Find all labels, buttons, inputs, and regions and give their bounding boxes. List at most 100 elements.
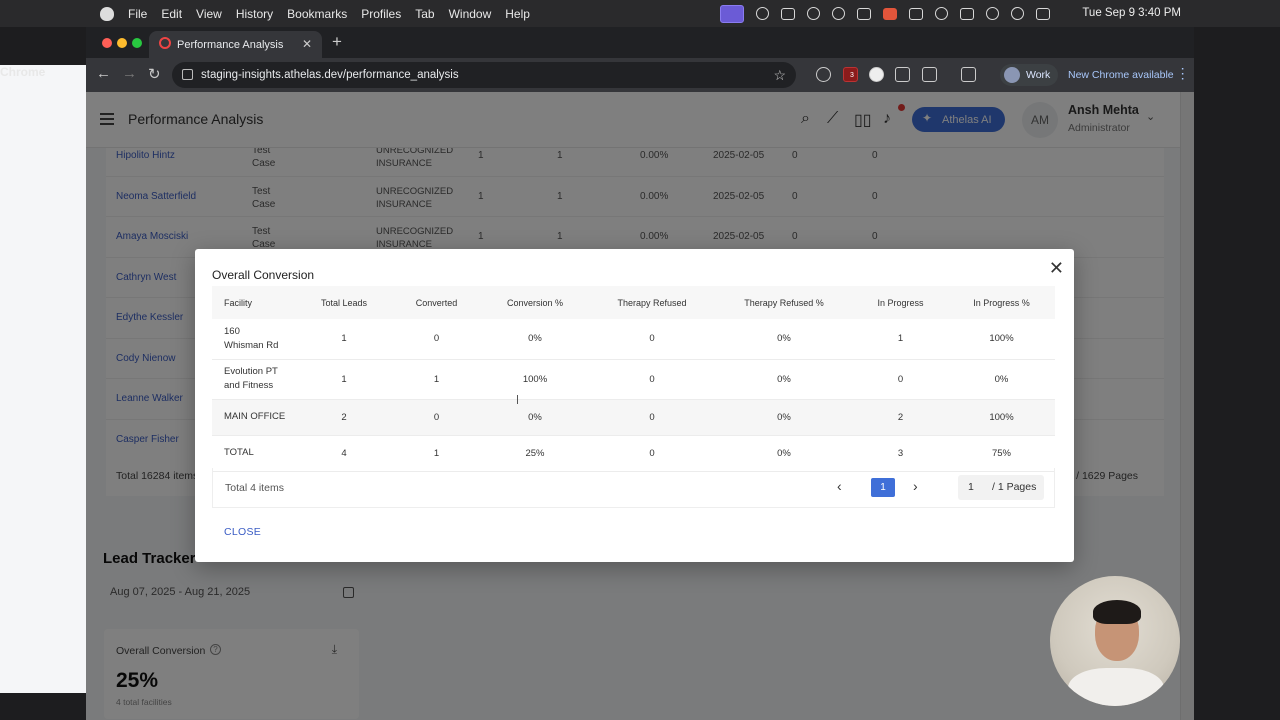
new-tab-icon[interactable]: + [332,32,342,52]
cell-in-progress: 2 [853,399,948,436]
col-therapy-refused[interactable]: Therapy Refused [589,286,715,319]
menu-profiles[interactable]: Profiles [361,7,401,21]
tab-search-icon[interactable] [961,67,976,82]
cell-total-leads: 4 [296,435,392,472]
apple-logo-icon[interactable] [100,6,114,21]
address-bar[interactable]: staging-insights.athelas.dev/performance… [172,62,796,88]
cell-therapy-refused-pct: 0% [715,399,853,436]
password-manager-icon[interactable] [816,67,831,82]
cell-conversion-pct: 25% [481,435,589,472]
col-in-progress-pct[interactable]: In Progress % [948,286,1055,319]
cell-total-leads: 2 [296,399,392,436]
menu-edit[interactable]: Edit [161,7,182,21]
record-extension-icon[interactable] [895,67,910,82]
cell-converted: 1 [392,435,481,472]
control-center-icon[interactable] [1036,7,1050,20]
bookmark-star-icon[interactable]: ☆ [773,67,786,84]
cell-in-progress-pct: 100% [948,399,1055,436]
profile-button[interactable]: Work [1000,64,1059,86]
cell-therapy-refused-pct: 0% [715,435,853,472]
extension-badge-icon[interactable]: 3 [843,67,858,82]
col-facility[interactable]: Facility [212,286,296,319]
webcam-person-hair [1093,600,1141,624]
tab-strip: Performance Analysis ✕ + [86,27,1194,58]
col-converted[interactable]: Converted [392,286,481,319]
cell-facility: Evolution PT and Fitness [212,359,296,400]
spotlight-search-icon[interactable] [1011,7,1024,20]
compass-extension-icon[interactable] [869,67,884,82]
chevron-right-icon[interactable]: › [913,478,918,494]
cell-therapy-refused: 0 [589,319,715,360]
update-label: New Chrome available [1068,69,1174,81]
cell-in-progress: 3 [853,435,948,472]
macos-menubar: Chrome File Edit View History Bookmarks … [0,0,1280,693]
cell-conversion-pct: 100% [481,359,589,400]
display-icon[interactable] [857,7,871,20]
battery-icon[interactable] [960,7,974,20]
table-row[interactable]: 160 Whisman Rd 1 0 0% 0 0% 1 100% [212,319,1055,360]
menu-bookmarks[interactable]: Bookmarks [287,7,347,21]
cell-total-leads: 1 [296,319,392,360]
page-jump: 1 / 1 Pages [958,475,1044,500]
table-row[interactable]: TOTAL 4 1 25% 0 0% 3 75% [212,435,1055,472]
col-total-leads[interactable]: Total Leads [296,286,392,319]
status-icon[interactable] [756,7,769,20]
cell-therapy-refused: 0 [589,359,715,400]
menu-tab[interactable]: Tab [415,7,434,21]
total-items: Total 4 items [225,482,284,494]
wifi-icon[interactable] [986,7,999,20]
reload-icon[interactable]: ↻ [148,65,161,83]
app-page: Hipolito HintzTest CaseUNRECOGNIZED INSU… [86,92,1194,720]
current-page-button[interactable]: 1 [871,478,895,497]
forward-arrow-icon[interactable]: → [122,65,137,82]
tab-close-icon[interactable]: ✕ [302,37,312,51]
dialog-title: Overall Conversion [212,268,315,282]
table-row[interactable]: Evolution PT and Fitness 1 1 100% 0 0% 0 0% [212,359,1055,400]
cell-in-progress-pct: 100% [948,319,1055,360]
screen-share-icon[interactable] [720,4,744,23]
cell-in-progress: 1 [853,319,948,360]
chevron-left-icon[interactable]: ‹ [837,478,842,494]
page-jump-input[interactable]: 1 [968,481,974,493]
menu-file[interactable]: File [128,7,147,21]
menu-window[interactable]: Window [449,7,492,21]
close-icon[interactable]: ✕ [1049,259,1064,277]
volume-icon[interactable] [909,7,923,20]
url-text[interactable]: staging-insights.athelas.dev/performance… [201,69,459,81]
col-conversion-pct[interactable]: Conversion % [481,286,589,319]
window-zoom-button[interactable] [132,38,142,48]
close-button[interactable]: CLOSE [224,526,261,538]
toolbar: ← → ↻ staging-insights.athelas.dev/perfo… [86,58,1194,92]
lock-icon[interactable] [832,7,845,20]
table-row[interactable]: MAIN OFFICE 2 0 0% 0 0% 2 100% [212,399,1055,436]
cell-therapy-refused-pct: 0% [715,359,853,400]
extensions-puzzle-icon[interactable] [922,67,937,82]
window-minimize-button[interactable] [117,38,127,48]
vpn-icon[interactable] [807,7,820,20]
back-arrow-icon[interactable]: ← [96,65,111,82]
menu-help[interactable]: Help [505,7,530,21]
dialog-table-footer: Total 4 items ‹ 1 › 1 / 1 Pages [212,468,1055,508]
col-in-progress[interactable]: In Progress [853,286,948,319]
webcam-overlay [1050,576,1180,706]
menubar-clock[interactable]: Tue Sep 9 3:40 PM [1082,7,1181,19]
table-header-row: Facility Total Leads Converted Conversio… [212,286,1055,319]
conversion-table: Facility Total Leads Converted Conversio… [212,286,1055,472]
cell-facility: MAIN OFFICE [212,399,296,436]
site-info-icon[interactable] [182,69,193,80]
window-close-button[interactable] [102,38,112,48]
text-cursor [517,395,518,404]
more-menu-icon[interactable]: ⋮ [1176,65,1190,82]
play-icon[interactable] [935,7,948,20]
grid-icon[interactable] [781,7,795,20]
cell-therapy-refused: 0 [589,399,715,436]
menu-history[interactable]: History [236,7,273,21]
recording-icon[interactable] [883,7,897,20]
profile-label: Work [1026,69,1051,81]
menu-view[interactable]: View [196,7,222,21]
col-therapy-refused-pct[interactable]: Therapy Refused % [715,286,853,319]
cell-conversion-pct: 0% [481,319,589,360]
tab-performance-analysis[interactable]: Performance Analysis ✕ [149,31,322,58]
update-chrome-button[interactable]: New Chrome available ⋮ [1062,64,1194,86]
extension-badge-count: 3 [850,72,854,79]
